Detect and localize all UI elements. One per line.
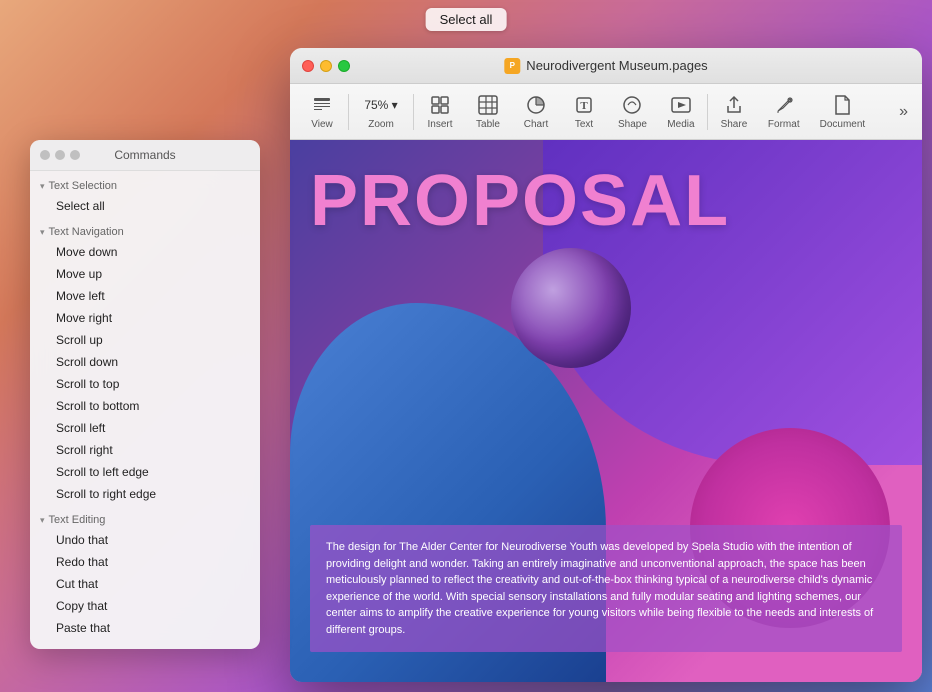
section-editing-label: Text Editing	[49, 514, 106, 526]
cmd-undo-that[interactable]: Undo that	[34, 529, 256, 551]
chart-icon	[525, 93, 547, 117]
chevron-down-icon-nav: ▾	[40, 227, 45, 238]
section-text-navigation: ▾ Text Navigation Move down Move up Move…	[30, 221, 260, 505]
proposal-body-content: The design for The Alder Center for Neur…	[326, 541, 873, 636]
cmd-scroll-left[interactable]: Scroll left	[34, 417, 256, 439]
cmd-move-down[interactable]: Move down	[34, 241, 256, 263]
shape-label: Shape	[618, 119, 647, 130]
zoom-label: Zoom	[368, 119, 394, 130]
toolbar-table[interactable]: Table	[464, 89, 512, 134]
document-icon	[831, 93, 853, 117]
insert-label: Insert	[427, 119, 452, 130]
cmd-move-up[interactable]: Move up	[34, 263, 256, 285]
proposal-title: PROPOSAL	[310, 160, 902, 242]
chevron-down-icon-edit: ▾	[40, 515, 45, 526]
toolbar-divider-1	[348, 94, 349, 130]
document-label: Document	[820, 119, 866, 130]
toolbar-divider-3	[707, 94, 708, 130]
toolbar-divider-2	[413, 94, 414, 130]
minimize-button[interactable]	[320, 60, 332, 72]
pages-traffic-lights	[302, 60, 350, 72]
close-button[interactable]	[302, 60, 314, 72]
cmd-scroll-to-left-edge[interactable]: Scroll to left edge	[34, 461, 256, 483]
cmd-redo-that[interactable]: Redo that	[34, 551, 256, 573]
cmd-minimize-button[interactable]	[55, 150, 65, 160]
cmd-scroll-to-bottom[interactable]: Scroll to bottom	[34, 395, 256, 417]
table-icon	[477, 93, 499, 117]
section-navigation-header: ▾ Text Navigation	[30, 221, 260, 241]
share-label: Share	[721, 119, 748, 130]
section-navigation-label: Text Navigation	[49, 226, 124, 238]
maximize-button[interactable]	[338, 60, 350, 72]
toolbar-zoom[interactable]: 75% ▾ Zoom	[351, 89, 411, 134]
select-all-button[interactable]: Select all	[426, 8, 507, 31]
format-icon	[773, 93, 795, 117]
svg-text:T: T	[580, 100, 588, 112]
cmd-paste-that[interactable]: Paste that	[34, 617, 256, 639]
cmd-cut-that[interactable]: Cut that	[34, 573, 256, 595]
cmd-scroll-to-top[interactable]: Scroll to top	[34, 373, 256, 395]
cmd-scroll-up[interactable]: Scroll up	[34, 329, 256, 351]
cmd-select-all[interactable]: Select all	[34, 195, 256, 217]
sphere-shape	[511, 248, 631, 368]
pages-window: P Neurodivergent Museum.pages View 75% ▾…	[290, 48, 922, 682]
window-title: P Neurodivergent Museum.pages	[504, 58, 707, 74]
text-icon: T	[573, 93, 595, 117]
cmd-move-right[interactable]: Move right	[34, 307, 256, 329]
section-selection-header: ▾ Text Selection	[30, 175, 260, 195]
media-label: Media	[667, 119, 694, 130]
chart-label: Chart	[524, 119, 548, 130]
toolbar-format[interactable]: Format	[758, 89, 810, 134]
cmd-maximize-button[interactable]	[70, 150, 80, 160]
cmd-copy-that[interactable]: Copy that	[34, 595, 256, 617]
zoom-icon: 75% ▾	[364, 93, 397, 117]
section-text-editing: ▾ Text Editing Undo that Redo that Cut t…	[30, 509, 260, 639]
cmd-close-button[interactable]	[40, 150, 50, 160]
cmd-scroll-right[interactable]: Scroll right	[34, 439, 256, 461]
toolbar-media[interactable]: Media	[657, 89, 705, 134]
pages-toolbar: View 75% ▾ Zoom Insert	[290, 84, 922, 140]
text-label: Text	[575, 119, 593, 130]
cmd-scroll-to-right-edge[interactable]: Scroll to right edge	[34, 483, 256, 505]
section-text-selection: ▾ Text Selection Select all	[30, 175, 260, 217]
toolbar-more-button[interactable]: »	[893, 99, 914, 125]
commands-title: Commands	[114, 148, 175, 162]
proposal-body-text: The design for The Alder Center for Neur…	[310, 525, 902, 652]
commands-panel: Commands ▾ Text Selection Select all ▾ T…	[30, 140, 260, 649]
document-background: PROPOSAL The design for The Alder Center…	[290, 140, 922, 682]
shape-icon	[621, 93, 643, 117]
commands-titlebar: Commands	[30, 140, 260, 171]
toolbar-insert[interactable]: Insert	[416, 89, 464, 134]
view-icon	[312, 93, 332, 117]
share-icon	[723, 93, 745, 117]
toolbar-shape[interactable]: Shape	[608, 89, 657, 134]
pages-titlebar: P Neurodivergent Museum.pages	[290, 48, 922, 84]
section-selection-label: Text Selection	[49, 180, 117, 192]
insert-icon	[429, 93, 451, 117]
cmd-move-left[interactable]: Move left	[34, 285, 256, 307]
toolbar-document[interactable]: Document	[810, 89, 876, 134]
format-label: Format	[768, 119, 800, 130]
toolbar-view[interactable]: View	[298, 89, 346, 134]
toolbar-share[interactable]: Share	[710, 89, 758, 134]
media-icon	[670, 93, 692, 117]
view-label: View	[311, 119, 333, 130]
pages-app-icon: P	[504, 58, 520, 74]
section-editing-header: ▾ Text Editing	[30, 509, 260, 529]
pages-content: PROPOSAL The design for The Alder Center…	[290, 140, 922, 682]
document-page: PROPOSAL The design for The Alder Center…	[290, 140, 922, 682]
commands-traffic-lights	[40, 150, 80, 160]
cmd-scroll-down[interactable]: Scroll down	[34, 351, 256, 373]
table-label: Table	[476, 119, 500, 130]
window-title-text: Neurodivergent Museum.pages	[526, 58, 707, 73]
chevron-down-icon: ▾	[40, 181, 45, 192]
toolbar-text[interactable]: T Text	[560, 89, 608, 134]
toolbar-chart[interactable]: Chart	[512, 89, 560, 134]
